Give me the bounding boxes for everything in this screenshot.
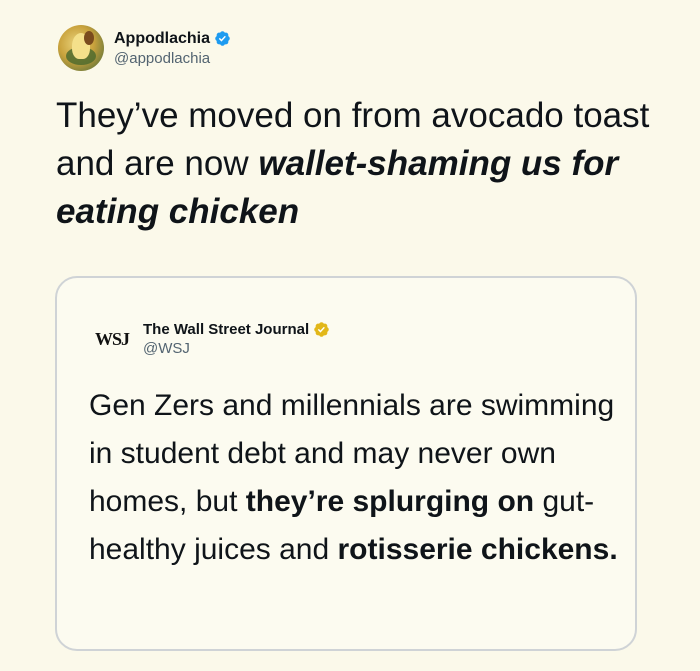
quoted-author-block: The Wall Street Journal @WSJ (143, 320, 330, 358)
quoted-author-handle[interactable]: @WSJ (143, 339, 330, 358)
verified-badge-icon (215, 31, 230, 46)
wsj-logo[interactable]: WSJ (89, 316, 135, 362)
author-block: Appodlachia @appodlachia (114, 29, 231, 68)
quoted-tweet-card[interactable]: WSJ The Wall Street Journal @WSJ Gen Zer… (55, 276, 637, 651)
quoted-tweet-text: Gen Zers and millennials are swimming in… (89, 382, 619, 574)
quoted-author-name[interactable]: The Wall Street Journal (143, 320, 309, 339)
quoted-text-bold-2: rotisserie chickens. (337, 533, 618, 566)
quoted-text-bold-1: they’re splurging on (245, 485, 535, 518)
author-name[interactable]: Appodlachia (114, 29, 210, 49)
avatar[interactable] (58, 25, 104, 71)
quoted-tweet-header: WSJ The Wall Street Journal @WSJ (89, 316, 330, 362)
tweet-header: Appodlachia @appodlachia (58, 23, 231, 73)
author-handle[interactable]: @appodlachia (114, 49, 231, 68)
tweet-text: They’ve moved on from avocado toast and … (56, 92, 666, 236)
gold-verified-badge-icon (314, 322, 329, 337)
